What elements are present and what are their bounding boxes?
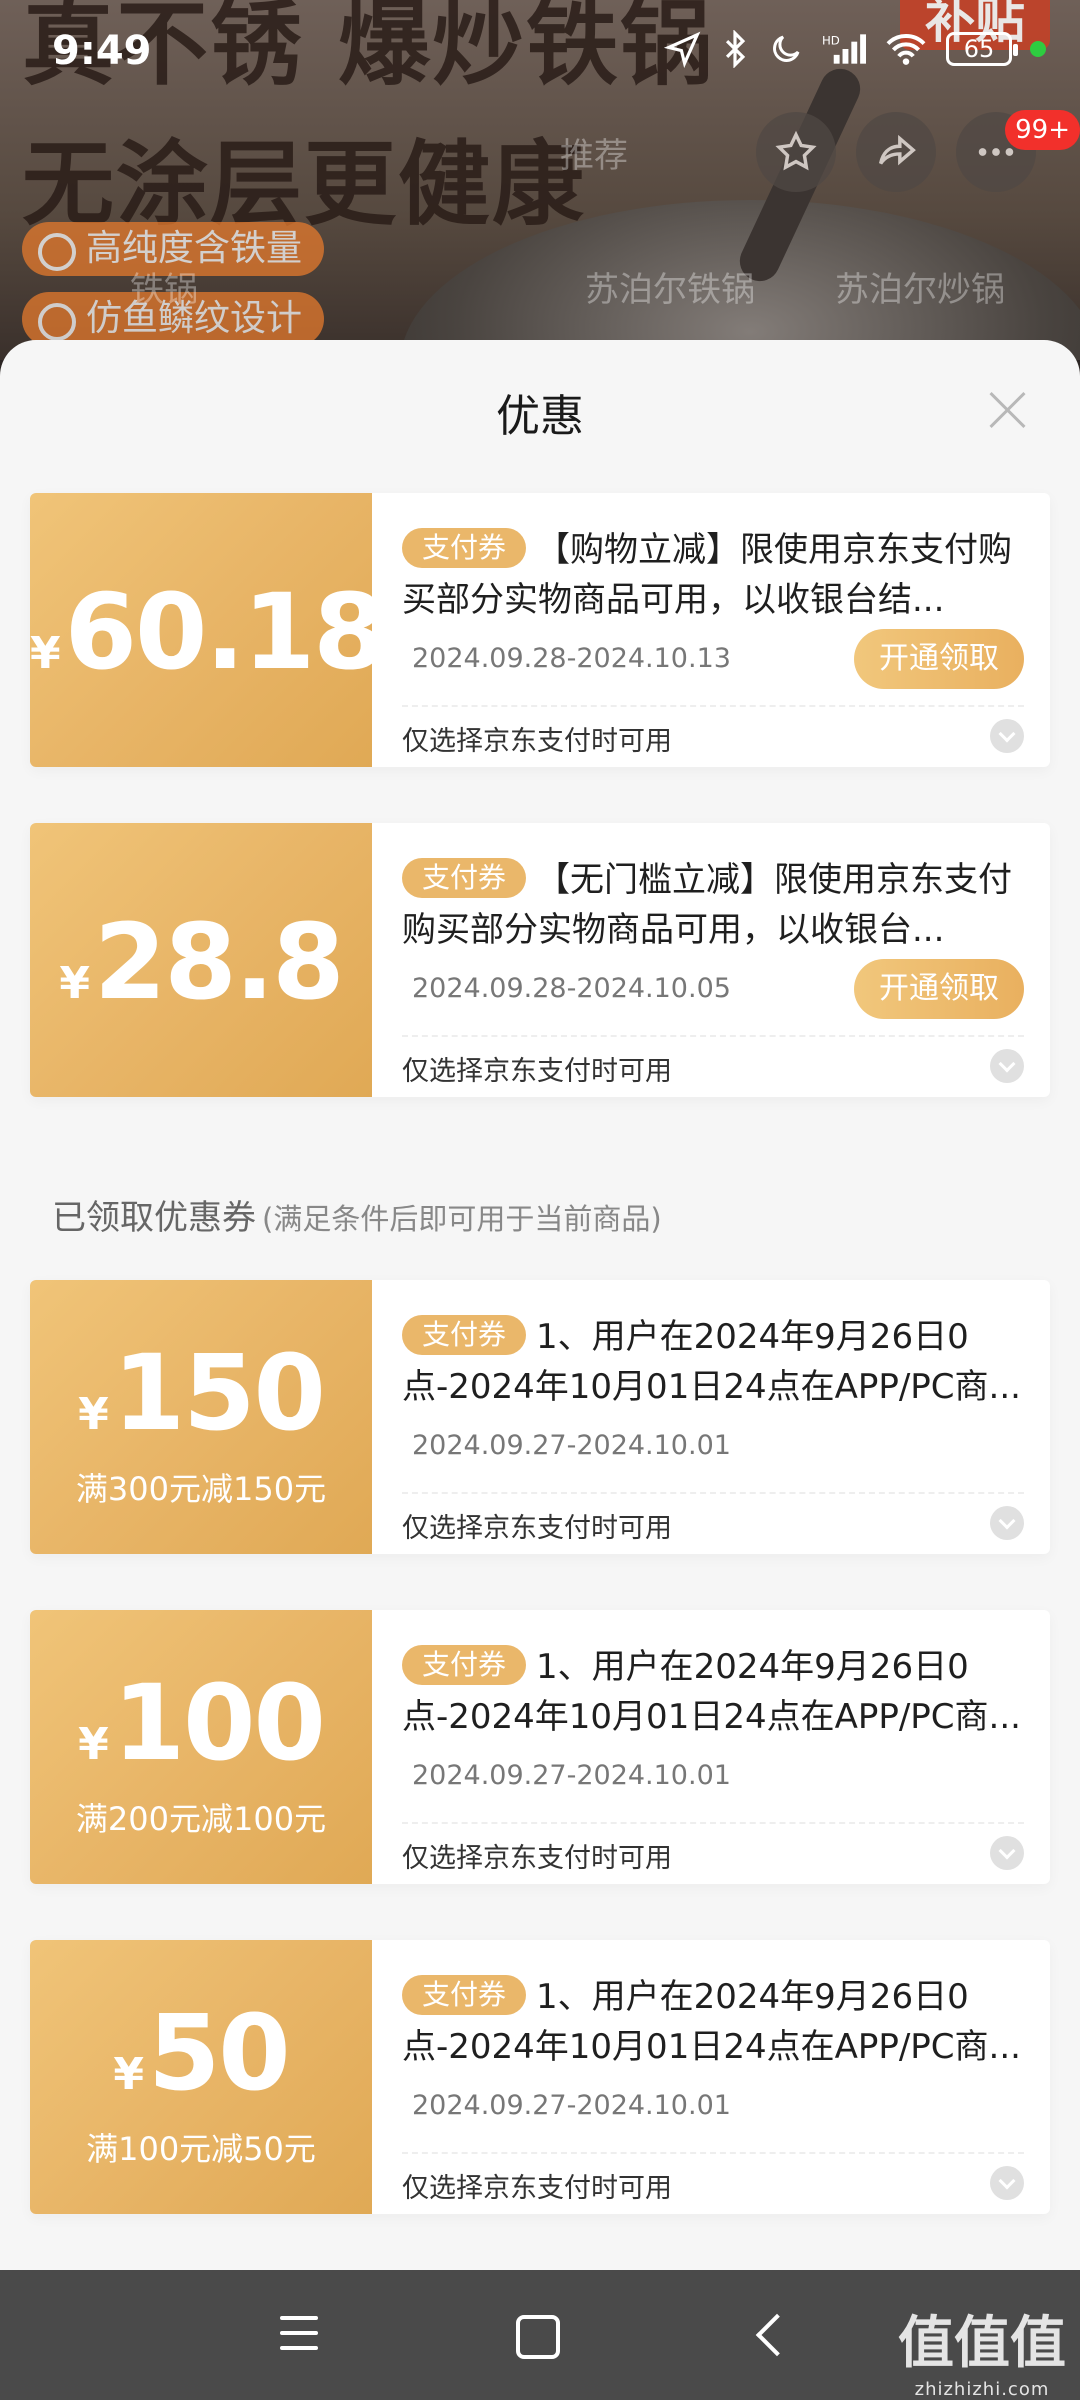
coupon-description-block: 支付券 1、用户在2024年9月26日0点-2024年10月01日24点在APP/… [402,1312,1022,1412]
message-count-badge: 99+ [1005,110,1080,150]
favorite-button[interactable] [756,112,836,192]
received-coupons-heading: 已领取优惠券 (满足条件后即可用于当前商品) [52,1190,662,1239]
wifi-icon [886,34,926,65]
coupon-note: 仅选择京东支付时可用 [402,2173,672,2204]
coupon-divider [402,705,1024,707]
coupon-validity-dates: 2024.09.27-2024.10.01 [412,1760,731,1791]
received-section-title: 已领取优惠券 [52,1198,256,1238]
related-tab-2[interactable]: 苏泊尔炒锅 [835,262,1005,311]
menu-line-icon [280,2346,318,2350]
battery-indicator: 65 [946,32,1018,66]
coupon-description-block: 支付券 【无门槛立减】限使用京东支付购买部分实物商品可用，以收银台... [402,855,1022,955]
coupon-description-block: 支付券 【购物立减】限使用京东支付购买部分实物商品可用，以收银台结... [402,525,1022,625]
coupon-divider [402,2152,1024,2154]
expand-chevron-icon[interactable] [990,1836,1024,1870]
expand-chevron-icon[interactable] [990,719,1024,753]
expand-chevron-icon[interactable] [990,1049,1024,1083]
activate-claim-button[interactable]: 开通领取 [854,959,1024,1019]
coupon-note: 仅选择京东支付时可用 [402,1513,672,1544]
currency-symbol: ¥ [59,958,90,1009]
coupon-condition: 满300元减150元 [75,1470,327,1508]
coupon-amount-panel: ¥100 满200元减100元 [30,1610,372,1884]
coupon-amount-panel: ¥50 满100元减50元 [30,1940,372,2214]
expand-chevron-icon[interactable] [990,1506,1024,1540]
coupon-amount: 150 [112,1332,326,1454]
back-button[interactable] [742,2310,802,2360]
sheet-title: 优惠 [496,391,584,442]
share-button[interactable] [856,112,936,192]
currency-symbol: ¥ [30,628,61,679]
privacy-indicator-dot [1030,41,1046,57]
received-coupon-card[interactable]: ¥50 满100元减50元 支付券 1、用户在2024年9月26日0点-2024年… [30,1940,1050,2214]
payment-coupon-tag: 支付券 [402,858,527,898]
payment-coupon-tag: 支付券 [402,1315,527,1355]
recent-apps-button[interactable] [272,2310,332,2360]
related-tab-1[interactable]: 苏泊尔铁锅 [585,262,755,311]
payment-coupon-tag: 支付券 [402,528,527,568]
coupon-sheet: 优惠 ¥60.18 支付券 【购物立减】限使用京东支付购买部分实物商品可用，以收银… [0,340,1080,2270]
coupon-amount: 50 [147,1992,291,2114]
coupon-note: 仅选择京东支付时可用 [402,1843,672,1874]
status-bar: 9:49 HD 65 [0,0,1080,104]
coupon-amount-panel: ¥150 满300元减150元 [30,1280,372,1554]
recommend-tab[interactable]: 推荐 [560,128,628,177]
received-section-subtitle: (满足条件后即可用于当前商品) [262,1202,662,1236]
currency-symbol: ¥ [78,1389,109,1440]
coupon-amount: 60.18 [64,571,386,693]
coupon-condition: 满200元减100元 [75,1800,327,1838]
coupon-amount-panel: ¥60.18 [30,493,386,767]
coupon-validity-dates: 2024.09.27-2024.10.01 [412,2090,731,2121]
site-watermark: 值值值 zhizhizhi.com [898,2298,1066,2400]
coupon-amount: 100 [112,1662,326,1784]
coupon-divider [402,1035,1024,1037]
watermark-url: zhizhizhi.com [914,2379,1050,2400]
bluetooth-icon [725,30,746,68]
currency-symbol: ¥ [113,2049,144,2100]
activate-claim-button[interactable]: 开通领取 [854,629,1024,689]
location-icon [664,31,701,68]
spec-option[interactable]: 铁锅 [130,262,198,311]
svg-text:HD: HD [822,34,840,48]
coupon-note: 仅选择京东支付时可用 [402,726,672,757]
coupon-validity-dates: 2024.09.28-2024.10.05 [412,973,731,1004]
expand-chevron-icon[interactable] [990,2166,1024,2200]
status-time: 9:49 [52,28,152,74]
watermark-logo: 值值值 [898,2311,1066,2376]
coupon-card[interactable]: ¥60.18 支付券 【购物立减】限使用京东支付购买部分实物商品可用，以收银台结.… [30,493,1050,767]
menu-line-icon [280,2331,318,2335]
payment-coupon-tag: 支付券 [402,1645,527,1685]
share-icon [878,134,916,166]
received-coupon-card[interactable]: ¥150 满300元减150元 支付券 1、用户在2024年9月26日0点-202… [30,1280,1050,1554]
menu-line-icon [280,2316,318,2320]
coupon-validity-dates: 2024.09.28-2024.10.13 [412,643,731,674]
coupon-amount: 28.8 [94,901,345,1023]
coupon-description-block: 支付券 1、用户在2024年9月26日0点-2024年10月01日24点在APP/… [402,1642,1022,1742]
status-icons: HD 65 [664,30,1046,68]
home-button[interactable] [506,2310,566,2360]
coupon-note: 仅选择京东支付时可用 [402,1056,672,1087]
coupon-divider [402,1492,1024,1494]
moon-icon [773,35,800,62]
coupon-amount-panel: ¥28.8 [30,823,372,1097]
signal-icon: HD [822,34,866,64]
payment-coupon-tag: 支付券 [402,1975,527,2015]
coupon-divider [402,1822,1024,1824]
coupon-description-block: 支付券 1、用户在2024年9月26日0点-2024年10月01日24点在APP/… [402,1972,1022,2072]
coupon-condition: 满100元减50元 [86,2130,316,2168]
star-icon [775,130,817,171]
close-button[interactable] [986,388,1030,432]
currency-symbol: ¥ [78,1719,109,1770]
received-coupon-card[interactable]: ¥100 满200元减100元 支付券 1、用户在2024年9月26日0点-202… [30,1610,1050,1884]
coupon-card[interactable]: ¥28.8 支付券 【无门槛立减】限使用京东支付购买部分实物商品可用，以收银台..… [30,823,1050,1097]
coupon-validity-dates: 2024.09.27-2024.10.01 [412,1430,731,1461]
